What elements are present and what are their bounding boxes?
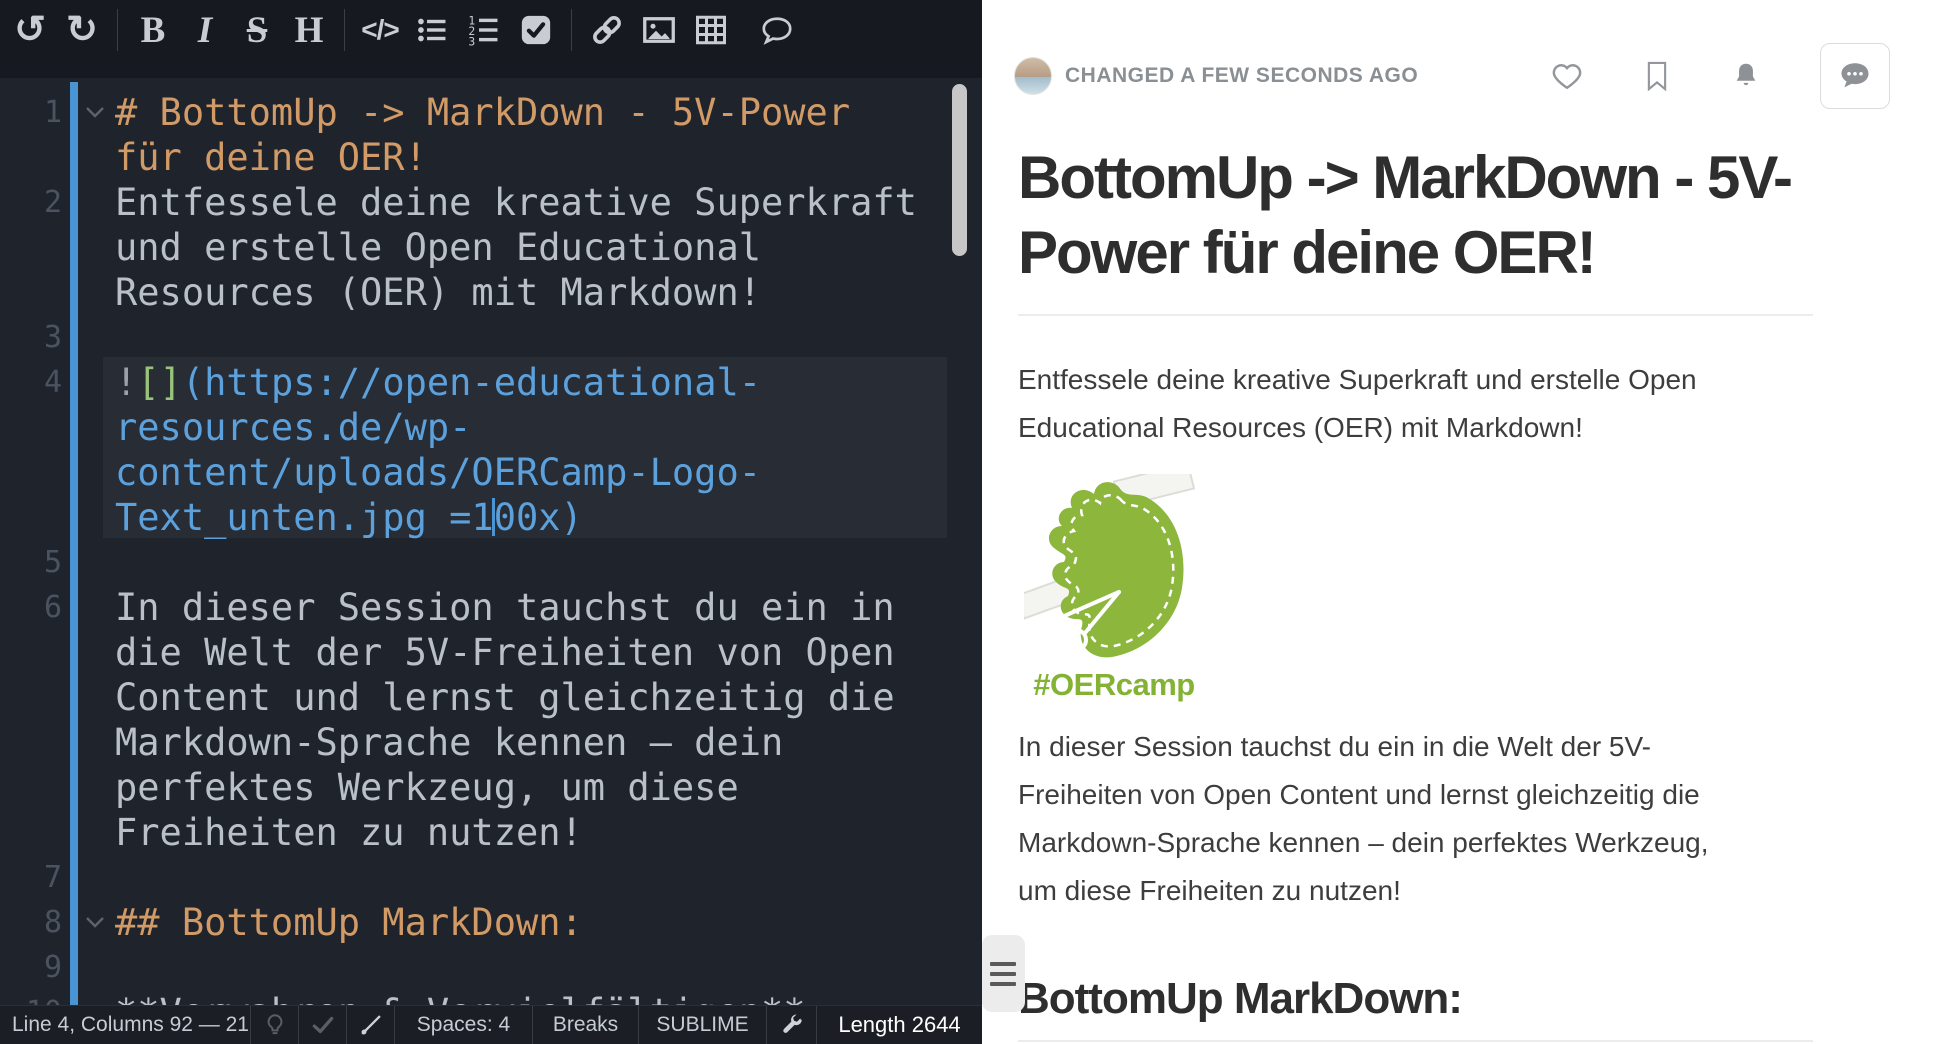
wrench-icon[interactable] [766, 1006, 816, 1044]
preview-paragraph: Entfessele deine kreative Superkraft und… [1018, 356, 1748, 452]
comment-icon[interactable] [751, 6, 803, 54]
preview-pane: CHANGED A FEW SECONDS AGO BottomUp -> Ma… [982, 0, 1938, 1044]
editor-scrollbar[interactable] [952, 84, 967, 256]
link-icon[interactable] [581, 6, 633, 54]
preview-heading2: BottomUp MarkDown: [1018, 971, 1813, 1042]
preview-content: BottomUp -> MarkDown - 5V-Power für dein… [1018, 140, 1813, 1042]
preview-paragraph: In dieser Session tauchst du ein in die … [1018, 723, 1748, 915]
breaks-setting[interactable]: Breaks [532, 1006, 638, 1044]
comments-button[interactable] [1820, 43, 1890, 109]
paintbrush-icon[interactable] [346, 1006, 394, 1044]
line-number: 2 [0, 180, 62, 225]
toolbar-separator [344, 9, 345, 51]
spaces-setting[interactable]: Spaces: 4 [394, 1006, 532, 1044]
bullet-list-icon[interactable] [406, 6, 458, 54]
check-list-icon[interactable] [510, 6, 562, 54]
editor-surface[interactable]: 1 2 3 4 5 6 7 8 9 10 # BottomUp -> MarkD… [0, 78, 982, 1005]
lightbulb-icon[interactable] [250, 1006, 298, 1044]
line-number: 3 [0, 315, 62, 360]
editor-toolbar: ↺ ↻ B I S H </> 123 [0, 0, 982, 78]
bold-icon[interactable]: B [127, 6, 179, 54]
oercamp-logo-image: #OERcamp [1024, 474, 1214, 703]
line-number: 8 [0, 900, 62, 945]
preview-header: CHANGED A FEW SECONDS AGO [1014, 43, 1890, 109]
code-row: Content und lernst gleichzeitig die [115, 675, 895, 720]
line-number: 5 [0, 540, 62, 585]
code-row: # BottomUp -> MarkDown - 5V-Power [115, 90, 850, 135]
section-accent-bar [70, 82, 78, 1005]
preview-title: BottomUp -> MarkDown - 5V-Power für dein… [1018, 140, 1813, 316]
keymap-mode-setting[interactable]: SUBLIME [638, 1006, 766, 1044]
oercamp-logo-caption: #OERcamp [1024, 667, 1204, 703]
code-row: Freiheiten zu nutzen! [115, 810, 583, 855]
code-row: perfektes Werkzeug, um diese [115, 765, 739, 810]
code-row: resources.de/wp- [115, 405, 471, 450]
markdown-editor-app: ↺ ↻ B I S H </> 123 [0, 0, 1938, 1044]
favorite-heart-icon[interactable] [1550, 59, 1584, 93]
ordered-list-icon[interactable]: 123 [458, 6, 510, 54]
code-row: Entfessele deine kreative Superkraft [115, 180, 917, 225]
fold-chevron-icon[interactable] [84, 105, 106, 124]
user-avatar[interactable] [1014, 57, 1052, 95]
code-row: ## BottomUp MarkDown: [115, 900, 583, 945]
editor-statusbar: Line 4, Columns 92 — 21 Spaces: 4 Breaks… [0, 1005, 982, 1044]
italic-icon[interactable]: I [179, 6, 231, 54]
code-row: Markdown-Sprache kennen – dein [115, 720, 783, 765]
bookmark-icon[interactable] [1642, 59, 1672, 93]
code-row: Text_unten.jpg =100x) [115, 495, 583, 542]
code-row: für deine OER! [115, 135, 427, 180]
fold-chevron-icon[interactable] [84, 915, 106, 934]
code-row: die Welt der 5V-Freiheiten von Open [115, 630, 895, 675]
code-row: In dieser Session tauchst du ein in [115, 585, 895, 630]
strikethrough-icon[interactable]: S [231, 6, 283, 54]
code-row: Resources (OER) mit Markdown! [115, 270, 761, 315]
line-number: 9 [0, 945, 62, 990]
line-number: 7 [0, 855, 62, 900]
editor-pane: ↺ ↻ B I S H </> 123 [0, 0, 982, 1044]
preview-actions [1550, 43, 1890, 109]
line-number: 4 [0, 360, 62, 405]
toolbar-separator [117, 9, 118, 51]
line-number: 1 [0, 90, 62, 135]
code-icon[interactable]: </> [354, 6, 406, 54]
check-icon[interactable] [298, 1006, 346, 1044]
table-icon[interactable] [685, 6, 737, 54]
undo-icon[interactable]: ↺ [4, 6, 56, 54]
document-length-status: Length 2644 [816, 1006, 982, 1044]
notification-bell-icon[interactable] [1730, 59, 1762, 93]
code-row: content/uploads/OERCamp-Logo- [115, 450, 761, 495]
redo-icon[interactable]: ↻ [56, 6, 108, 54]
code-row: und erstelle Open Educational [115, 225, 761, 270]
preview-side-handle[interactable] [982, 935, 1025, 1012]
cursor-position-status: Line 4, Columns 92 — 21 [0, 1006, 250, 1044]
last-changed-label: CHANGED A FEW SECONDS AGO [1065, 64, 1550, 88]
svg-text:3: 3 [468, 35, 475, 47]
heading-icon[interactable]: H [283, 6, 335, 54]
line-number: 6 [0, 585, 62, 630]
image-icon[interactable] [633, 6, 685, 54]
code-row: ![](https://open-educational- [115, 360, 761, 405]
toolbar-separator [571, 9, 572, 51]
